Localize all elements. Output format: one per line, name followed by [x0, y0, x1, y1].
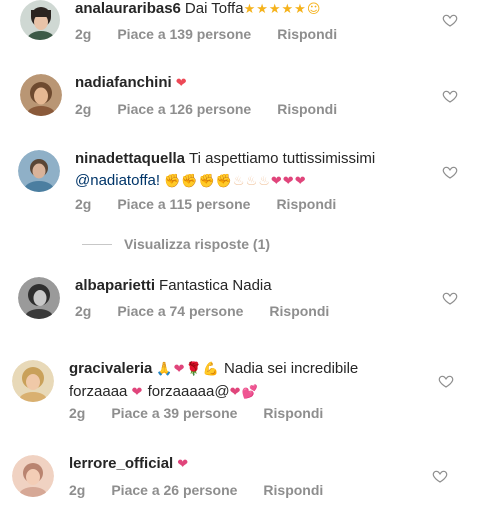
reply-button[interactable]: Rispondi — [276, 196, 336, 212]
comment-meta: 2g Piace a 26 persone Rispondi — [69, 482, 349, 498]
comment-emoji: 🙏❤🌹💪 — [156, 362, 220, 377]
heart-outline-icon[interactable] — [442, 290, 458, 306]
comment-age: 2g — [75, 101, 92, 117]
likes-count-link[interactable]: Piace a 74 persone — [117, 303, 243, 319]
avatar[interactable] — [12, 360, 54, 402]
mention-link[interactable]: @nadiatoffa! — [75, 172, 160, 189]
comment-emoji-3: ❤💕 — [229, 385, 259, 400]
reply-button[interactable]: Rispondi — [263, 482, 323, 498]
avatar[interactable] — [20, 0, 60, 40]
view-replies-divider — [82, 243, 112, 245]
view-replies-label: Visualizza risposte (1) — [124, 236, 271, 252]
comment-username[interactable]: lerrore_official — [69, 455, 173, 472]
comment-body-3: forzaaaaa@ — [147, 383, 230, 400]
comment-emoji: ❤ — [175, 76, 188, 91]
comment-body-2: forzaaaa — [69, 383, 128, 400]
comment-emoji: ❤ — [177, 457, 190, 472]
comment-age: 2g — [75, 196, 92, 212]
comment-meta: 2g Piace a 39 persone Rispondi — [69, 405, 349, 421]
comment-body: Dai Toffa — [184, 0, 244, 17]
comment-age: 2g — [75, 303, 92, 319]
likes-count-link[interactable]: Piace a 115 persone — [117, 196, 250, 212]
comment-text: nadiafanchini ❤ — [75, 72, 188, 95]
likes-count-link[interactable]: Piace a 26 persone — [111, 482, 237, 498]
comment-text: analauraribas6 Dai Toffa★★★★★☺ — [75, 0, 321, 21]
comment-body: Fantastica Nadia — [159, 277, 272, 294]
view-replies-link[interactable]: Visualizza risposte (1) — [82, 234, 270, 254]
comment-username[interactable]: ninadettaquella — [75, 150, 185, 167]
heart-outline-icon[interactable] — [442, 88, 458, 104]
heart-outline-icon[interactable] — [438, 373, 454, 389]
comment-text: ninadettaquella Ti aspettiamo tuttissimis… — [75, 148, 405, 193]
reply-button[interactable]: Rispondi — [263, 405, 323, 421]
comment-age: 2g — [75, 26, 92, 42]
comment-emoji-hearts: ❤❤❤ — [270, 174, 307, 189]
comment-meta: 2g Piace a 115 persone Rispondi — [75, 196, 362, 212]
likes-count-link[interactable]: Piace a 139 persone — [117, 26, 251, 42]
reply-button[interactable]: Rispondi — [277, 101, 337, 117]
comment-body: Nadia sei incredibile — [224, 360, 359, 377]
reply-button[interactable]: Rispondi — [277, 26, 337, 42]
comment-username[interactable]: gracivaleria — [69, 360, 152, 377]
heart-outline-icon[interactable] — [442, 12, 458, 28]
avatar[interactable] — [18, 277, 60, 319]
comment-meta: 2g Piace a 126 persone Rispondi — [75, 101, 363, 117]
likes-count-link[interactable]: Piace a 39 persone — [111, 405, 237, 421]
comment-meta: 2g Piace a 74 persone Rispondi — [75, 303, 355, 319]
avatar[interactable] — [20, 74, 62, 116]
avatar[interactable] — [18, 150, 60, 192]
comment-age: 2g — [69, 482, 86, 498]
comment-username[interactable]: analauraribas6 — [75, 0, 181, 17]
comment-text: albaparietti Fantastica Nadia — [75, 275, 272, 297]
comment-meta: 2g Piace a 139 persone Rispondi — [75, 26, 363, 42]
comment-username[interactable]: nadiafanchini — [75, 74, 172, 91]
comment-username[interactable]: albaparietti — [75, 277, 155, 294]
comment-text: lerrore_official ❤ — [69, 453, 189, 476]
comment-age: 2g — [69, 405, 86, 421]
heart-outline-icon[interactable] — [432, 468, 448, 484]
reply-button[interactable]: Rispondi — [269, 303, 329, 319]
avatar[interactable] — [12, 455, 54, 497]
likes-count-link[interactable]: Piace a 126 persone — [117, 101, 251, 117]
comment-text: gracivaleria 🙏❤🌹💪 Nadia sei incredibile f… — [69, 358, 409, 404]
comment-emoji: ★★★★★☺ — [243, 2, 322, 17]
comment-emoji: ✊✊✊✊♨♨♨ — [164, 174, 271, 189]
comment-emoji-2: ❤ — [131, 385, 144, 400]
comment-body: Ti aspettiamo tuttissimissimi — [189, 150, 376, 167]
heart-outline-icon[interactable] — [442, 164, 458, 180]
